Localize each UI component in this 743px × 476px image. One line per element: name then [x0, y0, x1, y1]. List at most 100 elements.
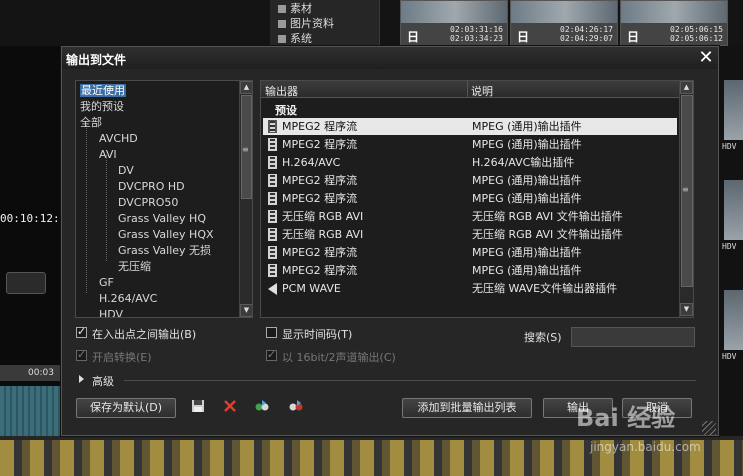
save-default-button[interactable]: 保存为默认(D) — [76, 398, 176, 418]
tree-item[interactable]: 全部 — [80, 115, 102, 130]
scroll-down-arrow-icon[interactable]: ▼ — [680, 303, 693, 316]
timeline-ruler-label: 00:03 — [28, 368, 54, 378]
scroll-up-arrow-icon[interactable]: ▲ — [240, 81, 252, 94]
scroll-down-arrow-icon[interactable]: ▼ — [240, 304, 252, 317]
exporter-row[interactable]: MPEG2 程序流 MPEG (通用)输出插件 — [263, 244, 677, 261]
dialog-title: 输出到文件 — [66, 53, 127, 67]
tree-item[interactable]: Grass Valley HQ — [118, 211, 206, 226]
monitor-button[interactable] — [6, 272, 46, 294]
tree-guide-line — [86, 125, 87, 293]
exporter-name: PCM WAVE — [282, 282, 341, 295]
tree-item[interactable]: Grass Valley HQX — [118, 227, 214, 242]
clip-thumbnail[interactable] — [724, 180, 743, 240]
expand-arrow-icon[interactable] — [79, 375, 84, 383]
scroll-up-arrow-icon[interactable]: ▲ — [680, 81, 693, 94]
watermark-url: jingyan.baidu.com — [590, 440, 701, 454]
in-out-checkbox[interactable] — [76, 325, 87, 338]
preset-export-icon[interactable] — [288, 399, 304, 415]
film-icon — [268, 174, 277, 187]
tree-item[interactable]: 我的预设 — [80, 99, 124, 114]
exporter-name: MPEG2 程序流 — [282, 174, 358, 187]
exporter-name: MPEG2 程序流 — [282, 120, 358, 133]
exporter-row[interactable]: MPEG2 程序流 MPEG (通用)输出插件 — [263, 190, 677, 207]
bin-tree-panel: 素材 图片资料 系统 — [270, 0, 380, 46]
tree-item-label: DVCPRO50 — [118, 196, 179, 209]
list-header: 输出器 说明 — [261, 81, 679, 98]
clip-thumbnail[interactable] — [724, 80, 743, 140]
exporter-description: 无压缩 RGB AVI 文件输出插件 — [472, 210, 623, 223]
export-to-file-dialog: 输出到文件 ✕ 最近使用 我的预设 全部 AVCHD AVI DV DVCPRO HD DVC… — [61, 46, 719, 436]
tree-item[interactable]: GF — [99, 275, 114, 290]
exporter-name: MPEG2 程序流 — [282, 264, 358, 277]
exporter-description: MPEG (通用)输出插件 — [472, 246, 582, 259]
bin-item[interactable]: 素材 — [278, 0, 312, 16]
clip-tc-in: 02:05:06:15 — [670, 25, 723, 34]
tree-item[interactable]: 无压缩 — [118, 259, 151, 274]
tree-item[interactable]: AVCHD — [99, 131, 138, 146]
bin-item[interactable]: 系统 — [278, 30, 312, 46]
film-icon — [268, 192, 277, 205]
tree-item[interactable]: HDV — [99, 307, 124, 318]
exporter-row[interactable]: 无压缩 RGB AVI 无压缩 RGB AVI 文件输出插件 — [263, 226, 677, 243]
close-button[interactable]: ✕ — [696, 48, 716, 68]
clip-thumbnail[interactable]: 02:04:26:17 02:04:29:07 日 — [510, 0, 618, 46]
clip-image — [401, 1, 507, 23]
exporter-row[interactable]: MPEG2 程序流 MPEG (通用)输出插件 — [263, 172, 677, 189]
clip-thumbnail[interactable]: 02:03:31:16 02:03:34:23 日 — [400, 0, 508, 46]
column-header-exporter[interactable]: 输出器 — [265, 83, 298, 99]
tree-item[interactable]: 最近使用 — [80, 83, 126, 98]
exporter-description: MPEG (通用)输出插件 — [472, 192, 582, 205]
scroll-grip-icon: ≡ — [242, 145, 249, 154]
exporter-description: 无压缩 RGB AVI 文件输出插件 — [472, 228, 623, 241]
tree-scrollbar[interactable]: ▲ ≡ ▼ — [239, 81, 252, 317]
column-divider[interactable] — [467, 81, 468, 98]
clip-image — [621, 1, 727, 23]
tree-item-label: HDV — [99, 308, 124, 318]
timeline-tracks[interactable] — [0, 386, 62, 436]
exporter-row[interactable]: MPEG2 程序流 MPEG (通用)输出插件 — [263, 136, 677, 153]
tree-item-label: Grass Valley 无损 — [118, 244, 212, 257]
exporter-list: 输出器 说明 预设 MPEG2 程序流 MPEG (通用)输出插件 MPEG2 程序… — [260, 80, 694, 318]
preset-import-icon[interactable] — [254, 399, 270, 415]
tree-item[interactable]: Grass Valley 无损 — [118, 243, 211, 258]
show-timecode-checkbox[interactable] — [266, 327, 277, 338]
exporter-row[interactable]: 无压缩 RGB AVI 无压缩 RGB AVI 文件输出插件 — [263, 208, 677, 225]
column-header-description[interactable]: 说明 — [471, 83, 493, 99]
add-to-batch-button[interactable]: 添加到批量输出列表 — [402, 398, 532, 418]
enable-convert-label: 开启转换(E) — [92, 351, 152, 364]
bin-item[interactable]: 图片资料 — [278, 15, 334, 31]
clip-format-label: HDV — [722, 352, 737, 361]
dialog-title-bar[interactable]: 输出到文件 ✕ — [62, 47, 718, 69]
save-icon[interactable] — [190, 399, 206, 415]
folder-icon — [278, 5, 286, 13]
film-icon — [268, 156, 277, 169]
enable-convert-checkbox[interactable] — [76, 348, 87, 361]
exporter-row[interactable]: PCM WAVE 无压缩 WAVE文件输出器插件 — [263, 280, 677, 297]
clip-type-icon: 日 — [627, 30, 640, 44]
exporter-description: MPEG (通用)输出插件 — [472, 138, 582, 151]
exporter-row[interactable]: MPEG2 程序流 MPEG (通用)输出插件 — [263, 118, 677, 135]
tree-item[interactable]: DVCPRO50 — [118, 195, 178, 210]
tree-item-label: DV — [118, 164, 134, 177]
exporter-row[interactable]: MPEG2 程序流 MPEG (通用)输出插件 — [263, 262, 677, 279]
tree-item[interactable]: DVCPRO HD — [118, 179, 185, 194]
clip-thumbnail[interactable] — [724, 290, 743, 350]
exporter-description: MPEG (通用)输出插件 — [472, 120, 582, 133]
exporter-description: 无压缩 WAVE文件输出器插件 — [472, 282, 618, 295]
tree-item-label: AVI — [99, 148, 117, 161]
tree-item[interactable]: DV — [118, 163, 134, 178]
clip-format-label: HDV — [722, 242, 737, 251]
tree-item-label: Grass Valley HQ — [118, 212, 206, 225]
tree-item[interactable]: H.264/AVC — [99, 291, 157, 306]
list-scrollbar[interactable]: ▲ ≡ ▼ — [679, 81, 693, 317]
tree-item[interactable]: AVI — [99, 147, 117, 162]
exporter-row[interactable]: H.264/AVC H.264/AVC输出插件 — [263, 154, 677, 171]
film-icon — [268, 120, 277, 133]
exporter-description: MPEG (通用)输出插件 — [472, 174, 582, 187]
clip-thumbnail[interactable]: 02:05:06:15 02:05:06:12 日 — [620, 0, 728, 46]
advanced-toggle[interactable]: 高级 — [92, 373, 114, 389]
exporter-name: H.264/AVC — [282, 156, 341, 169]
bit16-checkbox[interactable] — [266, 348, 277, 361]
delete-icon[interactable] — [222, 399, 238, 415]
search-input[interactable] — [571, 327, 695, 347]
